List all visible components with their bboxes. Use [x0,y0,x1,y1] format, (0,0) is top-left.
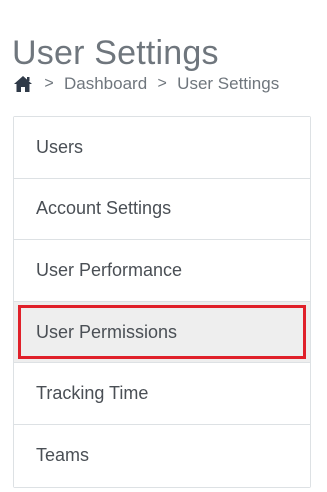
menu-item-label: User Permissions [36,321,178,342]
breadcrumb-separator: > [44,75,54,92]
menu-item-label: User Performance [36,259,183,280]
menu-item-user-performance[interactable]: User Performance [14,240,310,302]
breadcrumb: > Dashboard > User Settings [12,70,279,98]
breadcrumb-dashboard-link[interactable]: Dashboard [64,74,147,94]
breadcrumb-separator: > [157,75,167,92]
settings-menu: Users Account Settings User Performance … [13,116,311,488]
menu-item-label: Tracking Time [36,383,149,404]
menu-item-label: Users [36,136,84,157]
menu-item-teams[interactable]: Teams [14,424,310,487]
breadcrumb-user-settings-link[interactable]: User Settings [177,74,279,94]
menu-item-users[interactable]: Users [14,117,310,179]
menu-item-user-permissions[interactable]: User Permissions [14,301,310,364]
home-icon[interactable] [12,74,34,94]
menu-item-label: Teams [36,445,90,466]
menu-item-label: Account Settings [36,198,172,219]
menu-item-account-settings[interactable]: Account Settings [14,178,310,241]
menu-item-tracking-time[interactable]: Tracking Time [14,363,310,425]
page-title: User Settings [12,33,219,72]
